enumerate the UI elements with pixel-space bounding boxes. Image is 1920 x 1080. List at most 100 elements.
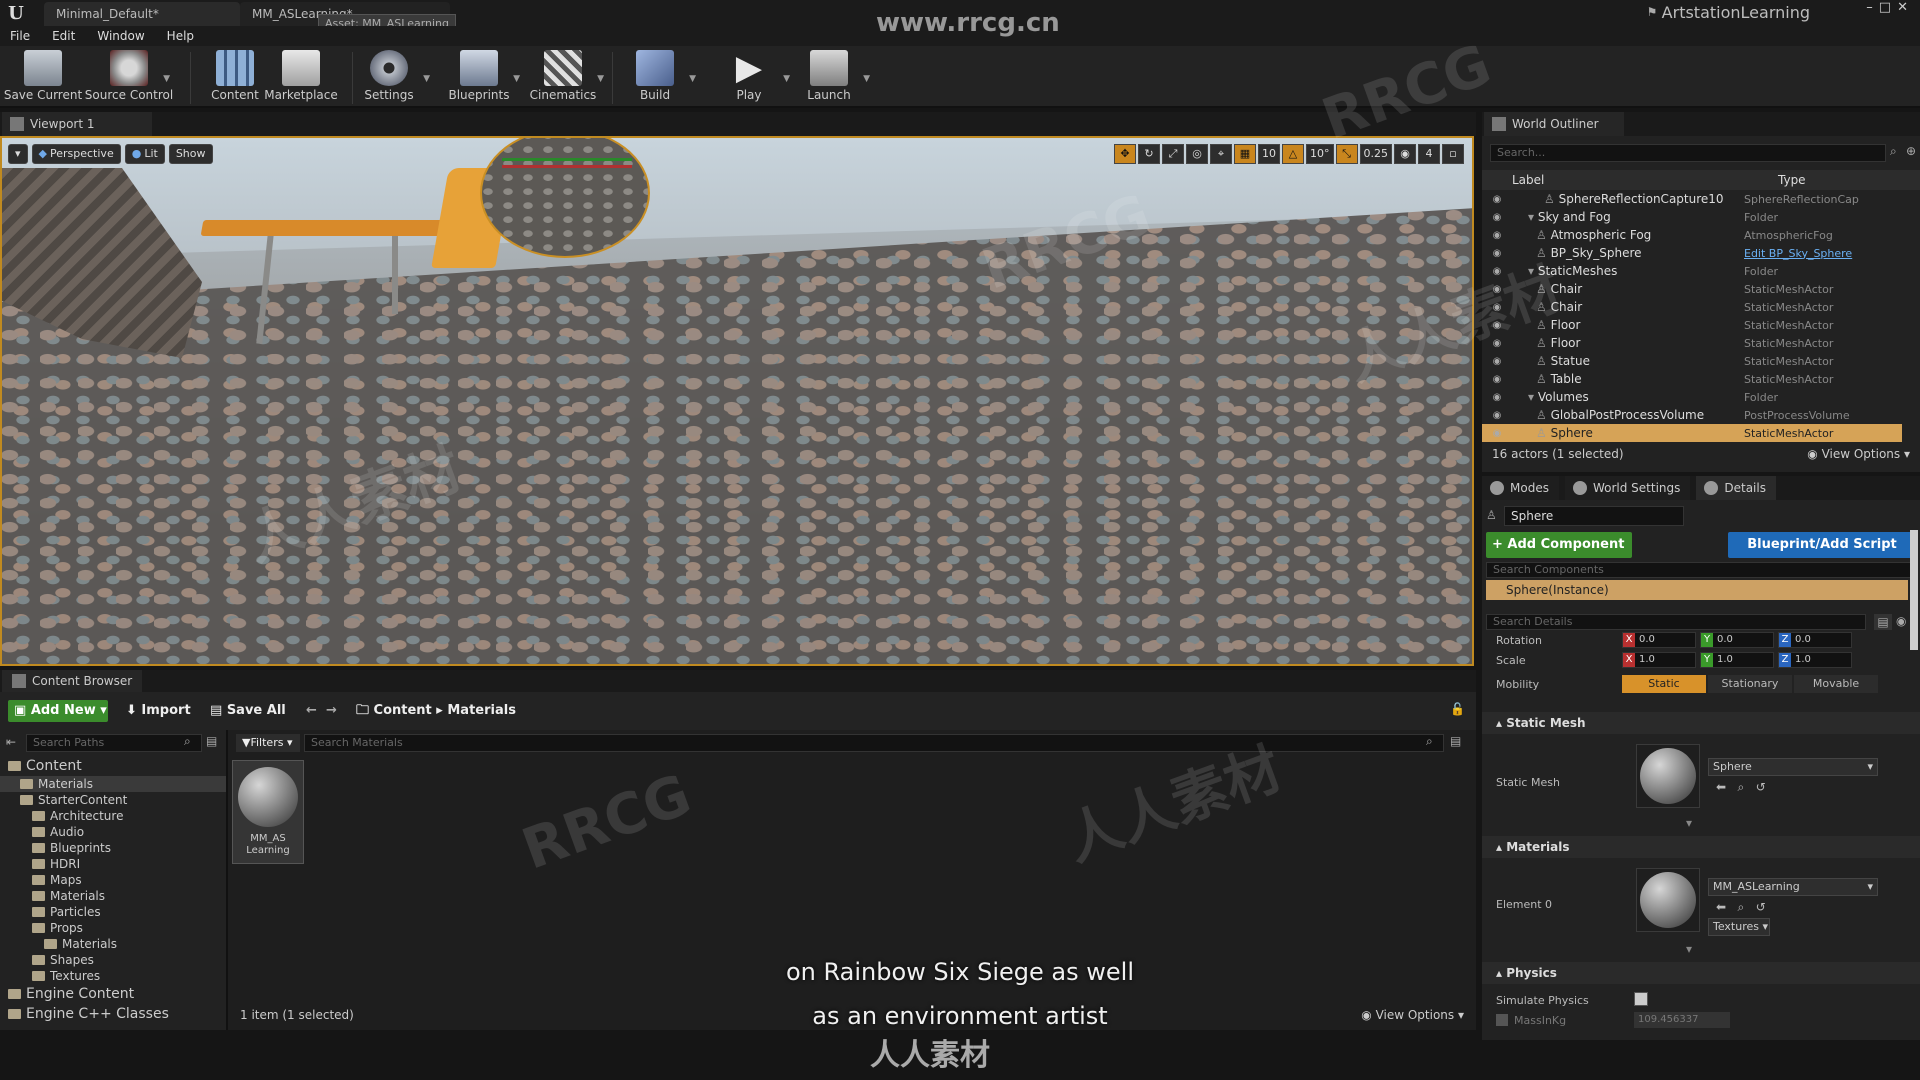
- visibility-eye-icon[interactable]: ◉: [1482, 428, 1512, 439]
- search-details-input[interactable]: Search Details: [1486, 614, 1866, 630]
- folder-tree-item[interactable]: Materials: [0, 888, 226, 904]
- edit-blueprint-link[interactable]: Edit BP_Sky_Sphere: [1744, 247, 1852, 260]
- chevron-down-icon[interactable]: ▼: [597, 74, 604, 84]
- browse-search-icon[interactable]: ⌕: [1738, 900, 1745, 914]
- viewport-menu-button[interactable]: ▾: [8, 144, 28, 164]
- asset-tile-mm-aslearning[interactable]: MM_AS Learning: [232, 760, 304, 864]
- textures-dropdown[interactable]: Textures ▾: [1708, 918, 1770, 936]
- search-icon[interactable]: ⌕: [184, 734, 191, 749]
- grid-snap-icon[interactable]: ▦: [1234, 144, 1256, 164]
- search-paths-input[interactable]: Search Paths: [26, 734, 202, 752]
- folder-tree-item[interactable]: Blueprints: [0, 840, 226, 856]
- folder-tree-item[interactable]: Maps: [0, 872, 226, 888]
- mobility-stationary[interactable]: Stationary: [1708, 675, 1792, 693]
- rotation-snap-icon[interactable]: △: [1282, 144, 1304, 164]
- actor-name-input[interactable]: Sphere: [1504, 506, 1684, 526]
- outliner-row[interactable]: ◉ ♙ SphereReflectionCapture10 SphereReflec…: [1482, 190, 1902, 208]
- reset-icon[interactable]: ↺: [1756, 900, 1766, 914]
- tab-content-browser[interactable]: Content Browser: [2, 670, 142, 692]
- scale-x-field[interactable]: X 1.0: [1622, 652, 1696, 668]
- material-dropdown[interactable]: MM_ASLearning ▾: [1708, 878, 1878, 896]
- save-current-button[interactable]: Save Current: [0, 50, 86, 106]
- outliner-row[interactable]: ◉ ♙ Statue StaticMeshActor: [1482, 352, 1902, 370]
- component-instance-row[interactable]: Sphere(Instance): [1486, 580, 1908, 600]
- import-button[interactable]: ⬇ Import: [126, 700, 191, 722]
- source-control-button[interactable]: Source Control ▼: [85, 50, 173, 106]
- folder-tree-item[interactable]: Props: [0, 920, 226, 936]
- reset-icon[interactable]: ↺: [1756, 780, 1766, 794]
- visibility-eye-icon[interactable]: ◉: [1482, 230, 1512, 241]
- mobility-static[interactable]: Static: [1622, 675, 1706, 693]
- camera-speed-icon[interactable]: ◉: [1394, 144, 1416, 164]
- tab-modes[interactable]: Modes: [1482, 476, 1559, 500]
- perspective-button[interactable]: ◆ Perspective: [31, 144, 121, 164]
- mobility-movable[interactable]: Movable: [1794, 675, 1878, 693]
- launch-button[interactable]: Launch ▼: [786, 50, 872, 106]
- search-materials-input[interactable]: Search Materials: [304, 734, 1444, 752]
- chevron-down-icon[interactable]: ▼: [163, 74, 170, 84]
- rotation-x-field[interactable]: X 0.0: [1622, 632, 1696, 648]
- use-selected-arrow-icon[interactable]: ⬅: [1716, 780, 1726, 794]
- rotate-icon[interactable]: ↻: [1138, 144, 1160, 164]
- paths-options-icon[interactable]: ▤: [206, 734, 217, 748]
- cobblestone-floor[interactable]: [2, 208, 1472, 664]
- back-arrow-icon[interactable]: ←: [306, 700, 317, 722]
- chevron-down-icon[interactable]: ▼: [863, 74, 870, 84]
- folder-tree-item[interactable]: Particles: [0, 904, 226, 920]
- tab-world-outliner[interactable]: World Outliner: [1484, 112, 1624, 136]
- outliner-row[interactable]: ◉ ▾ Sky and Fog Folder: [1482, 208, 1902, 226]
- search-icon[interactable]: ⌕: [1426, 734, 1433, 749]
- tab-viewport-1[interactable]: Viewport 1: [2, 112, 152, 136]
- material-thumbnail[interactable]: [1636, 868, 1700, 932]
- static-mesh-dropdown[interactable]: Sphere ▾: [1708, 758, 1878, 776]
- section-materials[interactable]: ▴ Materials: [1482, 836, 1920, 858]
- visibility-eye-icon[interactable]: ◉: [1482, 194, 1512, 205]
- add-new-button[interactable]: ▣ Add New ▾: [8, 700, 108, 722]
- visibility-eye-icon[interactable]: ◉: [1482, 410, 1512, 421]
- lock-icon[interactable]: 🔓: [1450, 702, 1465, 716]
- save-all-button[interactable]: ▤ Save All: [210, 700, 286, 722]
- level-viewport[interactable]: ▾ ◆ Perspective ● Lit Show ✥ ↻ ⤢ ◎ ⌖ ▦ 10 …: [0, 136, 1474, 666]
- static-mesh-thumbnail[interactable]: [1636, 744, 1700, 808]
- blueprint-add-script-button[interactable]: Blueprint/Add Script: [1728, 532, 1916, 558]
- close-icon[interactable]: ✕: [1897, 0, 1914, 15]
- details-scrollbar[interactable]: [1910, 530, 1918, 650]
- unreal-logo-icon[interactable]: U: [4, 2, 28, 24]
- tab-details[interactable]: Details: [1696, 476, 1776, 500]
- show-button[interactable]: Show: [168, 144, 213, 164]
- maximize-icon[interactable]: □: [1879, 0, 1897, 15]
- add-component-button[interactable]: + Add Component: [1486, 532, 1632, 558]
- maximize-viewport-icon[interactable]: ▫: [1442, 144, 1464, 164]
- menu-file[interactable]: File: [10, 26, 30, 46]
- build-button[interactable]: Build ▼: [612, 50, 698, 106]
- folder-tree-item[interactable]: HDRI: [0, 856, 226, 872]
- col-label[interactable]: Label: [1482, 170, 1778, 190]
- search-components-input[interactable]: Search Components: [1486, 562, 1916, 578]
- lit-button[interactable]: ● Lit: [124, 144, 165, 164]
- rotation-y-field[interactable]: Y 0.0: [1700, 632, 1774, 648]
- cinematics-button[interactable]: Cinematics ▼: [520, 50, 606, 106]
- tab-minimal-default[interactable]: Minimal_Default*: [44, 2, 240, 26]
- folder-tree-item[interactable]: Materials: [0, 776, 226, 792]
- outliner-row[interactable]: ◉ ♙ Table StaticMeshActor: [1482, 370, 1902, 388]
- settings-button[interactable]: Settings ▼: [346, 50, 432, 106]
- menu-window[interactable]: Window: [97, 26, 144, 46]
- visibility-eye-icon[interactable]: ◉: [1482, 356, 1512, 367]
- outliner-row[interactable]: ◉ ♙ Sphere StaticMeshActor: [1482, 424, 1902, 442]
- window-controls[interactable]: –□✕: [1866, 0, 1914, 15]
- camera-speed-value[interactable]: 4: [1418, 144, 1440, 164]
- col-type[interactable]: Type: [1778, 170, 1806, 190]
- tab-world-settings[interactable]: World Settings: [1564, 476, 1691, 500]
- browse-search-icon[interactable]: ⌕: [1738, 780, 1745, 794]
- outliner-row[interactable]: ◉ ♙ Atmospheric Fog AtmosphericFog: [1482, 226, 1902, 244]
- rotation-z-field[interactable]: Z 0.0: [1778, 632, 1852, 648]
- eye-icon[interactable]: ◉: [1896, 614, 1906, 628]
- filters-button[interactable]: ▼Filters ▾: [236, 734, 300, 752]
- folder-tree-item[interactable]: Audio: [0, 824, 226, 840]
- outliner-row[interactable]: ◉ ♙ Floor StaticMeshActor: [1482, 334, 1902, 352]
- menu-help[interactable]: Help: [167, 26, 194, 46]
- folder-tree-item[interactable]: Architecture: [0, 808, 226, 824]
- menu-edit[interactable]: Edit: [52, 26, 75, 46]
- grid-snap-value[interactable]: 10: [1258, 144, 1280, 164]
- folder-tree-item[interactable]: Content: [0, 756, 226, 776]
